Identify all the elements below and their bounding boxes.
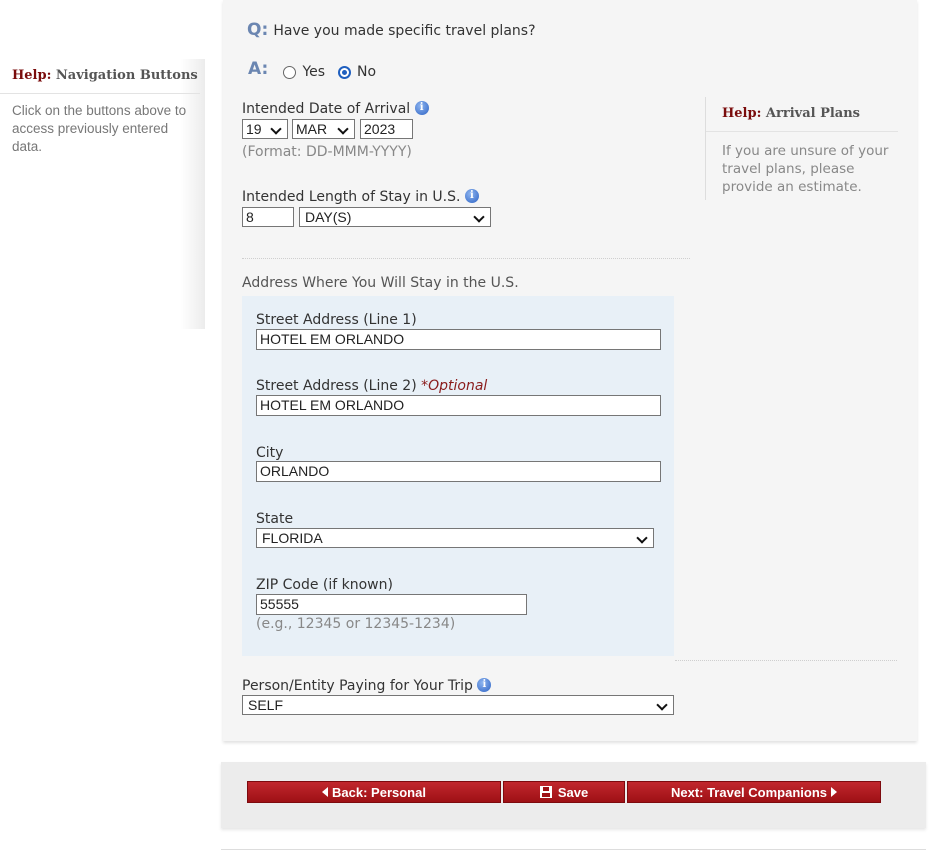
divider xyxy=(0,93,200,94)
arrival-help-text: If you are unsure of your travel plans, … xyxy=(722,143,889,195)
street1-value: HOTEL EM ORLANDO xyxy=(260,331,405,347)
navigation-help-heading: Help: Navigation Buttons xyxy=(12,68,198,83)
arrival-month-select[interactable]: MAR xyxy=(292,119,355,139)
arrival-year-input[interactable]: 2023 xyxy=(360,119,413,139)
answer-label: A: xyxy=(248,59,269,79)
help-prefix: Help: xyxy=(12,68,52,83)
help-title: Navigation Buttons xyxy=(55,68,198,83)
arrival-year-value: 2023 xyxy=(364,121,396,137)
payer-label-row: Person/Entity Paying for Your Trip i xyxy=(242,678,492,694)
date-format-hint: (Format: DD-MMM-YYYY) xyxy=(242,144,412,160)
yes-label[interactable]: Yes xyxy=(302,64,325,80)
save-icon xyxy=(539,786,552,798)
state-value: FLORIDA xyxy=(262,530,323,546)
divider xyxy=(706,131,898,132)
navigation-help-text: Click on the buttons above to access pre… xyxy=(12,103,187,154)
answer-options: Yes No xyxy=(283,64,376,80)
save-button[interactable]: Save xyxy=(503,781,625,803)
state-select[interactable]: FLORIDA xyxy=(256,528,654,548)
street1-input[interactable]: HOTEL EM ORLANDO xyxy=(256,329,661,350)
payer-select[interactable]: SELF xyxy=(242,695,674,715)
city-value: ORLANDO xyxy=(260,463,330,479)
length-of-stay-label: Intended Length of Stay in U.S. xyxy=(242,189,461,205)
arrival-day-value: 19 xyxy=(246,121,262,137)
street1-label: Street Address (Line 1) xyxy=(256,312,417,328)
zip-hint: (e.g., 12345 or 12345-1234) xyxy=(256,616,456,632)
back-button[interactable]: Back: Personal xyxy=(247,781,501,803)
yes-radio[interactable] xyxy=(283,65,296,79)
length-of-stay-label-row: Intended Length of Stay in U.S. i xyxy=(242,189,479,205)
section-divider xyxy=(675,660,897,661)
question-text: Have you made specific travel plans? xyxy=(273,23,536,39)
length-of-stay-unit-value: DAY(S) xyxy=(305,209,352,225)
arrival-month-value: MAR xyxy=(296,121,328,137)
city-label: City xyxy=(256,445,284,461)
length-of-stay-input[interactable]: 8 xyxy=(242,207,294,227)
next-button-label: Next: Travel Companions xyxy=(670,785,828,800)
arrival-plans-help-panel: Help: Arrival Plans If you are unsure of… xyxy=(705,97,906,200)
zip-label: ZIP Code (if known) xyxy=(256,577,393,593)
save-button-label: Save xyxy=(557,785,589,800)
info-icon[interactable]: i xyxy=(414,101,429,115)
answer-row: A: xyxy=(248,59,268,79)
street2-label-row: Street Address (Line 2) *Optional xyxy=(256,378,487,394)
help-prefix: Help: xyxy=(722,106,762,121)
state-label: State xyxy=(256,511,294,527)
payer-label: Person/Entity Paying for Your Trip xyxy=(242,678,473,694)
arrival-date-label: Intended Date of Arrival xyxy=(242,101,411,117)
length-of-stay-unit-select[interactable]: DAY(S) xyxy=(299,207,491,227)
length-of-stay-value: 8 xyxy=(246,209,254,225)
zip-input[interactable]: 55555 xyxy=(256,594,527,615)
section-divider xyxy=(242,258,690,259)
info-icon[interactable]: i xyxy=(477,678,492,692)
city-input[interactable]: ORLANDO xyxy=(256,461,661,482)
navigation-help-panel: Help: Navigation Buttons Click on the bu… xyxy=(0,59,205,329)
payer-value: SELF xyxy=(248,697,284,713)
zip-value: 55555 xyxy=(260,596,299,612)
arrival-help-heading: Help: Arrival Plans xyxy=(722,106,860,121)
street2-input[interactable]: HOTEL EM ORLANDO xyxy=(256,395,661,416)
arrival-date-label-row: Intended Date of Arrival i xyxy=(242,101,429,117)
help-title: Arrival Plans xyxy=(765,106,860,121)
question-label: Q: xyxy=(247,20,269,40)
street2-label: Street Address (Line 2) xyxy=(256,378,417,394)
next-button[interactable]: Next: Travel Companions xyxy=(627,781,881,803)
optional-marker: *Optional xyxy=(421,378,488,394)
address-section-label: Address Where You Will Stay in the U.S. xyxy=(242,275,519,291)
arrival-day-select[interactable]: 19 xyxy=(242,119,288,139)
travel-plans-question: Q: Have you made specific travel plans? xyxy=(247,20,536,40)
street2-value: HOTEL EM ORLANDO xyxy=(260,397,405,413)
info-icon[interactable]: i xyxy=(464,189,479,203)
chevron-right-icon xyxy=(831,787,838,797)
back-button-label: Back: Personal xyxy=(332,785,426,800)
no-radio[interactable] xyxy=(337,65,351,79)
no-label[interactable]: No xyxy=(357,64,376,80)
chevron-left-icon xyxy=(322,787,329,797)
